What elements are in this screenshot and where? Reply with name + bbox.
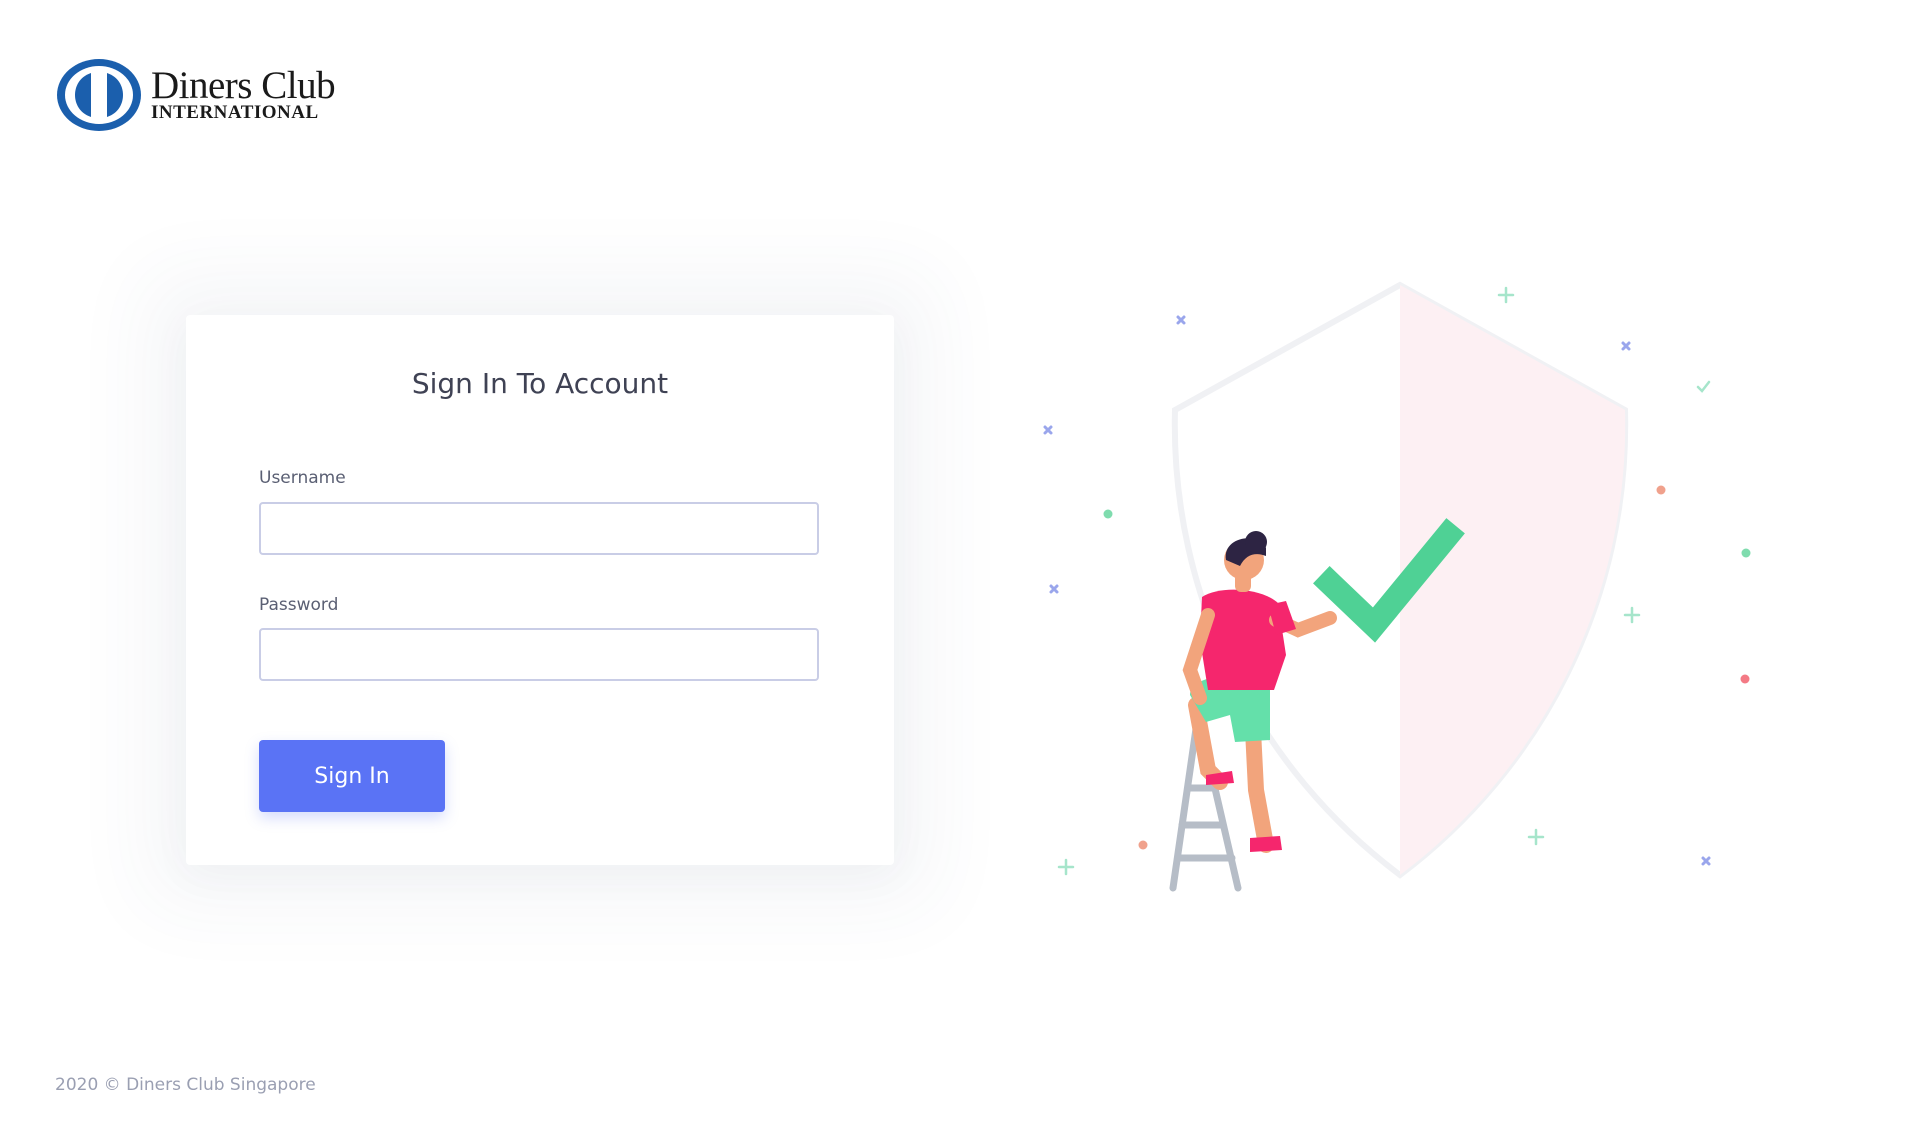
- signin-button[interactable]: Sign In: [259, 740, 445, 812]
- login-page: Diners Club INTERNATIONAL Sign In To Acc…: [0, 0, 1920, 1124]
- copyright-footer: 2020 © Diners Club Singapore: [55, 1075, 316, 1095]
- password-input[interactable]: [259, 628, 819, 681]
- brand-name-line2: INTERNATIONAL: [151, 102, 319, 123]
- diners-club-logo-icon: [57, 59, 141, 131]
- brand-logo[interactable]: Diners Club INTERNATIONAL: [55, 57, 336, 133]
- signin-title: Sign In To Account: [411, 367, 669, 400]
- password-label: Password: [259, 595, 339, 615]
- brand-name-line1: Diners Club: [151, 64, 336, 107]
- brand-wordmark: Diners Club INTERNATIONAL: [151, 64, 336, 123]
- username-label: Username: [259, 468, 346, 488]
- signin-card: Sign In To Account Username Password Sig…: [186, 315, 894, 865]
- username-input[interactable]: [259, 502, 819, 555]
- security-shield-illustration: [1043, 281, 1751, 892]
